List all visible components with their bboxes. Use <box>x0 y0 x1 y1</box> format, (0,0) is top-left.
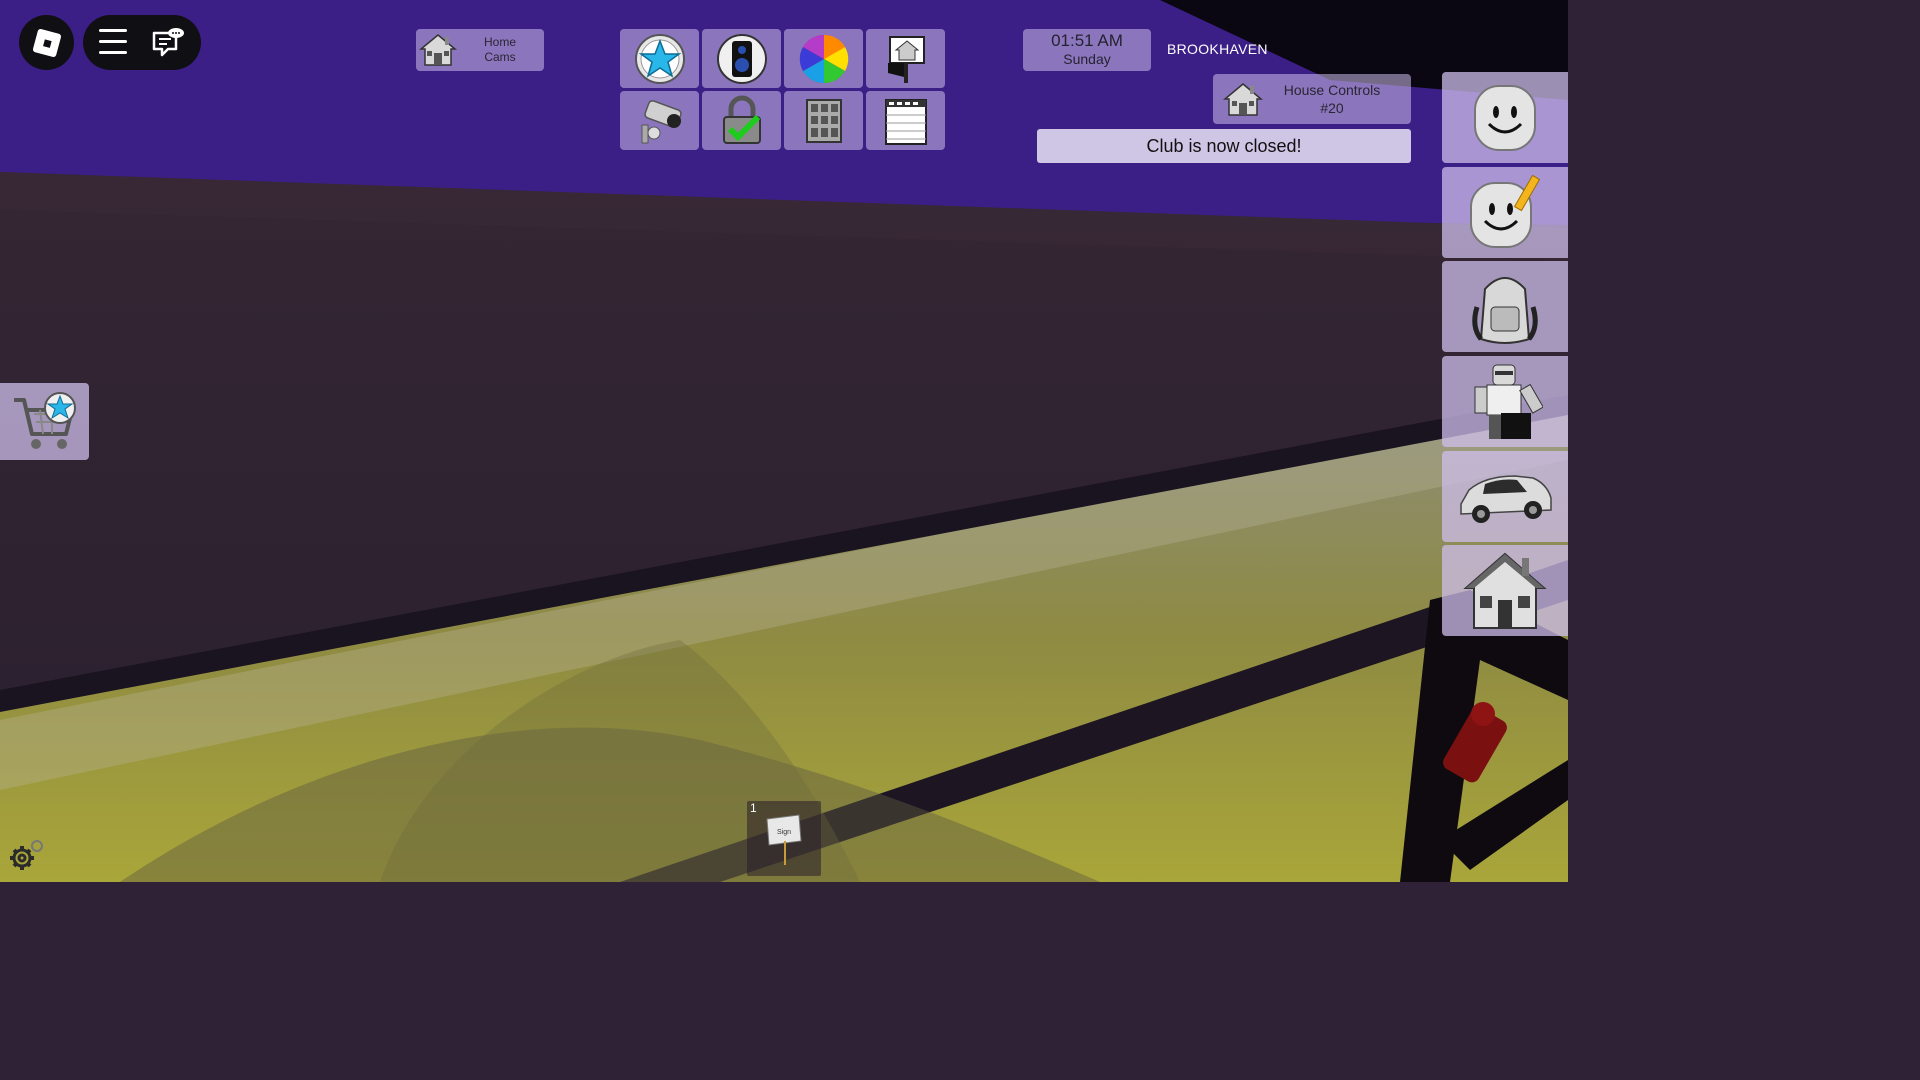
roleplay-button[interactable] <box>1442 356 1568 447</box>
sign-icon: Sign <box>766 814 802 865</box>
color-picker-button[interactable] <box>784 29 863 88</box>
house-sign-icon <box>887 35 925 83</box>
vehicle-button[interactable] <box>1442 451 1568 542</box>
door-lock-button[interactable] <box>702 91 781 150</box>
window-grid-icon <box>805 98 842 143</box>
game-clock: 01:51 AM Sunday <box>1023 29 1151 71</box>
backpack-button[interactable] <box>1442 261 1568 352</box>
hotbar-item-label: Sign <box>777 829 791 836</box>
avatar-editor-button[interactable] <box>1442 167 1568 258</box>
speaker-icon <box>716 33 767 84</box>
car-icon <box>1460 474 1552 523</box>
clock-day: Sunday <box>1063 51 1111 67</box>
windows-button[interactable] <box>784 91 863 150</box>
house-controls-label: House Controls <box>1283 82 1381 98</box>
house-icon <box>1213 81 1273 117</box>
club-status-notice: Club is now closed! <box>1037 129 1411 163</box>
avatar-button[interactable] <box>1442 72 1568 163</box>
house-sign-button[interactable] <box>866 29 945 88</box>
house-icon <box>1463 552 1547 629</box>
house-button[interactable] <box>1442 545 1568 636</box>
star-badge-icon <box>634 33 685 84</box>
hotbar-slot-1[interactable]: 1 Sign <box>747 801 821 876</box>
home-cams-button[interactable]: Home Cams <box>416 29 544 71</box>
garage-door-icon <box>884 98 927 145</box>
roblox-logo-icon <box>31 27 62 58</box>
music-speaker-button[interactable] <box>702 29 781 88</box>
clock-time: 01:51 AM <box>1051 31 1123 50</box>
chat-icon <box>152 28 184 57</box>
settings-button[interactable] <box>6 836 46 876</box>
backpack-icon <box>1472 276 1538 344</box>
top-bar-pill <box>83 15 201 70</box>
color-wheel-icon <box>799 34 848 83</box>
hamburger-icon <box>99 29 127 32</box>
house-tools-grid <box>620 29 948 150</box>
hamburger-menu-button[interactable] <box>99 29 127 55</box>
security-camera-icon <box>641 99 682 143</box>
game-title: BROOKHAVEN <box>1167 41 1268 57</box>
padlock-check-icon <box>722 95 761 144</box>
gear-icon <box>10 840 43 870</box>
garage-door-button[interactable] <box>866 91 945 150</box>
house-controls-button[interactable]: House Controls #20 <box>1213 74 1411 124</box>
premium-star-button[interactable] <box>620 29 699 88</box>
house-icon <box>416 29 460 71</box>
avatar-face-icon <box>1474 84 1536 151</box>
roleplay-character-icon <box>1474 364 1543 439</box>
shopping-cart-star-icon <box>13 391 76 449</box>
avatar-edit-icon <box>1470 174 1541 248</box>
security-camera-button[interactable] <box>620 91 699 150</box>
home-cams-label-line2: Cams <box>484 50 516 64</box>
home-cams-label-line1: Home <box>483 35 516 49</box>
house-controls-number: #20 <box>1320 100 1344 116</box>
chat-button[interactable] <box>151 27 185 59</box>
shop-button[interactable] <box>0 383 89 460</box>
roblox-menu-button[interactable] <box>19 15 74 70</box>
